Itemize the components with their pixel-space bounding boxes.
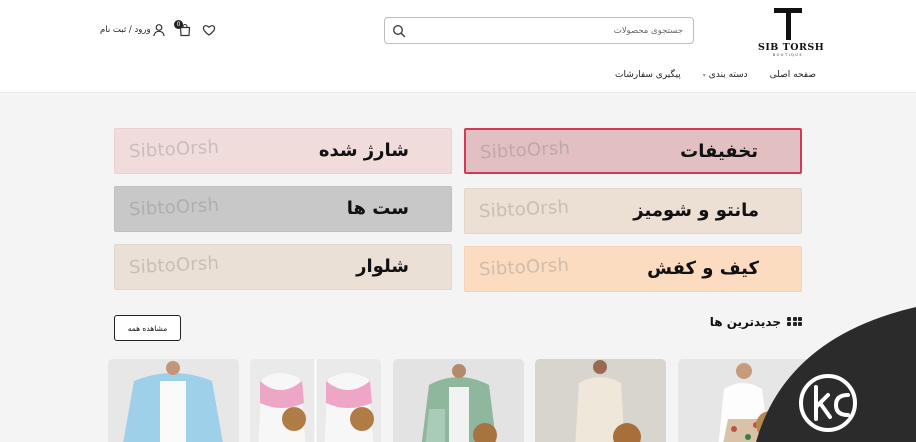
- category-brand: SibtoOrsh: [478, 196, 570, 223]
- category-label: تخفیفات: [680, 141, 758, 162]
- logo-sub: BOUTIQUE: [772, 53, 804, 57]
- category-label: شارژ شده: [318, 140, 409, 161]
- category-label: ست ها: [346, 198, 409, 219]
- site-header: SIB TORSH BOUTIQUE 0 ورود / ثبت نام صفحه…: [0, 0, 916, 93]
- category-label: مانتو و شومیز: [633, 200, 759, 221]
- category-card-restocked[interactable]: SibtoOrsh شارژ شده: [114, 128, 452, 174]
- product-image: [108, 359, 239, 442]
- view-all-button[interactable]: مشاهده همه: [114, 315, 181, 341]
- category-brand: SibtoOrsh: [128, 136, 220, 163]
- search-box: [384, 17, 694, 44]
- product-image: [393, 359, 524, 442]
- product-card[interactable]: [108, 359, 239, 442]
- chevron-down-icon: ▾: [702, 72, 706, 79]
- category-card-pants[interactable]: SibtoOrsh شلوار: [114, 244, 452, 290]
- product-image: [250, 359, 381, 442]
- category-card-discounts[interactable]: SibtoOrsh تخفیفات: [464, 128, 802, 174]
- heart-icon[interactable]: [202, 23, 216, 37]
- search-icon[interactable]: [392, 24, 406, 38]
- nav-item-home[interactable]: صفحه اصلی: [770, 70, 816, 80]
- user-icon[interactable]: [152, 23, 166, 37]
- nav-item-categories[interactable]: دسته بندی▾: [703, 70, 748, 80]
- category-label: کیف و کفش: [647, 258, 759, 279]
- nav-item-order-tracking[interactable]: پیگیری سفارشات: [615, 70, 681, 80]
- category-label: شلوار: [356, 256, 409, 277]
- corner-brand-logo: [756, 307, 916, 442]
- search-input[interactable]: [423, 22, 683, 39]
- nav-item-categories-label: دسته بندی: [708, 70, 748, 80]
- cart-count-badge: 0: [174, 20, 183, 29]
- logo-name: SIB TORSH: [758, 42, 825, 53]
- product-image: [535, 359, 666, 442]
- category-brand: SibtoOrsh: [479, 137, 571, 164]
- category-brand: SibtoOrsh: [128, 194, 220, 221]
- product-card[interactable]: [393, 359, 524, 442]
- logo-mark: [771, 4, 805, 40]
- main-nav: صفحه اصلی دسته بندی▾ پیگیری سفارشات: [615, 70, 816, 80]
- site-logo[interactable]: SIB TORSH BOUTIQUE: [758, 4, 825, 60]
- category-brand: SibtoOrsh: [128, 252, 220, 279]
- category-brand: SibtoOrsh: [478, 254, 570, 281]
- category-card-manteau-shirts[interactable]: SibtoOrsh مانتو و شومیز: [464, 188, 802, 234]
- product-card[interactable]: [535, 359, 666, 442]
- login-register-link[interactable]: ورود / ثبت نام: [100, 25, 151, 35]
- product-card[interactable]: [250, 359, 381, 442]
- category-card-bags-shoes[interactable]: SibtoOrsh کیف و کفش: [464, 246, 802, 292]
- category-card-sets[interactable]: SibtoOrsh ست ها: [114, 186, 452, 232]
